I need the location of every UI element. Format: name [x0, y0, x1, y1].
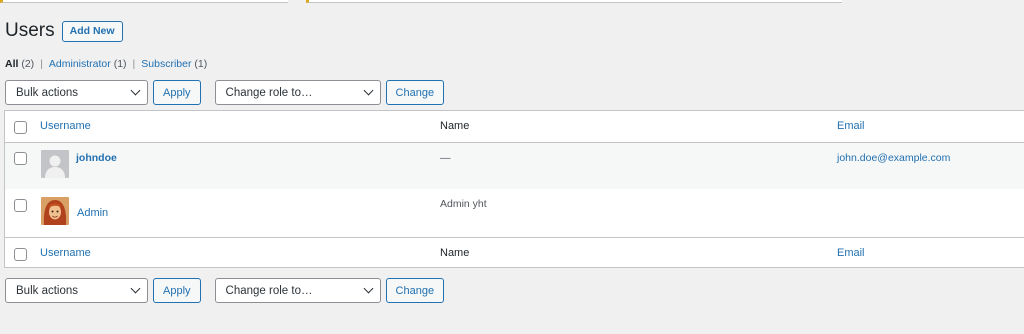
table-row: Admin Admin yht — [5, 189, 1024, 238]
change-role-button[interactable]: Change — [385, 80, 445, 105]
name-cell: Admin yht — [440, 198, 487, 210]
bulk-actions-label: Bulk actions — [16, 86, 79, 99]
change-role-button[interactable]: Change — [385, 278, 445, 303]
change-role-label: Change role to… — [225, 284, 313, 297]
page-header: Users Add New — [5, 20, 123, 42]
email-column-header[interactable]: Email — [837, 120, 865, 132]
bulk-actions-select[interactable]: Bulk actions — [5, 80, 148, 105]
email-column-header[interactable]: Email — [837, 247, 865, 259]
chevron-down-icon — [363, 85, 373, 96]
chevron-down-icon — [363, 283, 373, 294]
tablenav-top: Bulk actions Apply Change role to… Chang… — [5, 80, 445, 105]
separator: | — [132, 58, 136, 70]
name-column-header: Name — [440, 247, 470, 259]
change-role-select[interactable]: Change role to… — [214, 278, 381, 303]
filter-all[interactable]: All (2) — [5, 58, 34, 70]
user-role-filter: All (2) | Administrator (1) | Subscriber… — [5, 58, 207, 70]
username-link[interactable]: johndoe — [76, 152, 117, 164]
filter-administrator[interactable]: Administrator (1) — [49, 58, 127, 70]
email-link[interactable]: john.doe@example.com — [837, 152, 950, 164]
row-checkbox[interactable] — [14, 199, 27, 212]
separator: | — [40, 58, 43, 70]
bulk-actions-label: Bulk actions — [16, 284, 79, 297]
select-all-checkbox[interactable] — [14, 121, 27, 134]
table-row: johndoe — john.doe@example.com — [5, 143, 1024, 189]
chevron-down-icon — [130, 85, 141, 96]
filter-subscriber[interactable]: Subscriber (1) — [141, 58, 207, 70]
apply-button[interactable]: Apply — [153, 278, 201, 303]
notice-banner — [0, 0, 288, 3]
name-cell: — — [440, 152, 451, 164]
table-footer: Username Name Email — [5, 238, 1024, 269]
row-checkbox[interactable] — [14, 152, 27, 165]
tablenav-bottom: Bulk actions Apply Change role to… Chang… — [5, 278, 445, 303]
table-header: Username Name Email — [5, 111, 1024, 143]
add-new-button[interactable]: Add New — [61, 20, 123, 42]
apply-button[interactable]: Apply — [153, 80, 201, 105]
page-title: Users — [5, 20, 55, 41]
default-avatar-icon — [41, 150, 69, 178]
users-table: Username Name Email johndoe — john.doe@e… — [4, 110, 1024, 268]
notice-banner — [306, 0, 842, 3]
username-link[interactable]: Admin — [77, 207, 108, 219]
chevron-down-icon — [130, 283, 141, 294]
bulk-actions-select[interactable]: Bulk actions — [5, 278, 148, 303]
name-column-header: Name — [440, 120, 470, 132]
user-photo-avatar — [41, 197, 69, 225]
change-role-select[interactable]: Change role to… — [214, 80, 381, 105]
username-column-header[interactable]: Username — [40, 120, 91, 132]
change-role-label: Change role to… — [225, 86, 313, 99]
select-all-checkbox[interactable] — [14, 248, 27, 261]
username-column-header[interactable]: Username — [40, 247, 91, 259]
